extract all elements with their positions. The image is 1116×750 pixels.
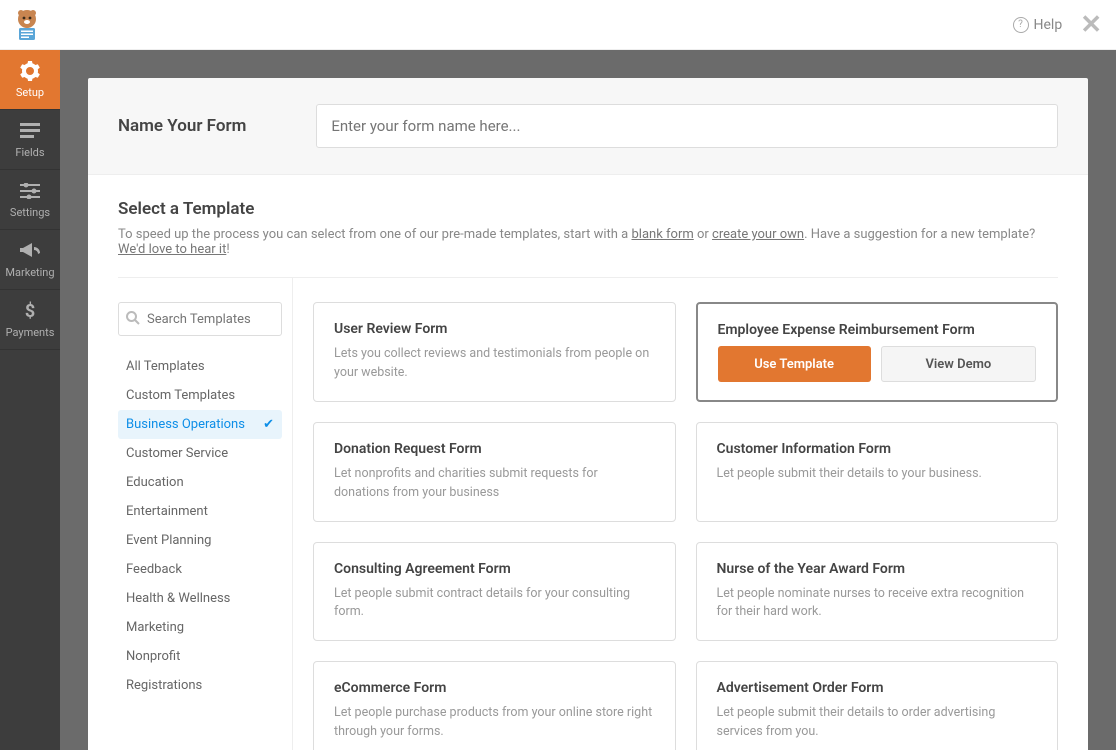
- svg-text:$: $: [25, 301, 35, 321]
- category-item[interactable]: Customer Service: [118, 439, 282, 468]
- sidebar-item-payments[interactable]: $ Payments: [0, 290, 60, 350]
- category-label: Entertainment: [126, 504, 208, 519]
- template-categories: All Templates Custom Templates Business Op…: [118, 278, 293, 750]
- sidebar: Setup Fields Settings Marketing $ Paymen…: [0, 50, 60, 750]
- template-card-desc: Let nonprofits and charities submit requ…: [334, 465, 655, 503]
- template-card-desc: Let people submit their details to order…: [717, 704, 1038, 742]
- sidebar-item-marketing[interactable]: Marketing: [0, 230, 60, 290]
- category-label: Health & Wellness: [126, 591, 230, 606]
- sidebar-label: Payments: [6, 326, 55, 339]
- template-card[interactable]: Employee Expense Reimbursement Form Use T…: [696, 302, 1059, 402]
- template-card[interactable]: User Review Form Lets you collect reviews…: [313, 302, 676, 402]
- template-card-title: User Review Form: [334, 321, 655, 337]
- gear-icon: [19, 60, 41, 82]
- template-card[interactable]: Donation Request Form Let nonprofits and …: [313, 422, 676, 522]
- template-desc: To speed up the process you can select f…: [118, 227, 1058, 257]
- feedback-link[interactable]: We'd love to hear it: [118, 242, 226, 257]
- category-item[interactable]: Nonprofit: [118, 642, 282, 671]
- app-logo: [8, 6, 46, 44]
- category-label: Marketing: [126, 620, 184, 635]
- category-list: All Templates Custom Templates Business Op…: [118, 352, 282, 700]
- category-item[interactable]: Marketing: [118, 613, 282, 642]
- template-section: Select a Template To speed up the proces…: [88, 175, 1088, 750]
- category-label: Feedback: [126, 562, 182, 577]
- panel: Name Your Form Select a Template To spee…: [88, 78, 1088, 750]
- category-item[interactable]: Entertainment: [118, 497, 282, 526]
- search-icon: [126, 311, 140, 329]
- category-label: Custom Templates: [126, 388, 235, 403]
- template-card-title: Consulting Agreement Form: [334, 561, 655, 577]
- sidebar-label: Settings: [10, 206, 50, 219]
- topbar-right: ? Help ✕: [1013, 12, 1102, 38]
- template-card-desc: Let people nominate nurses to receive ex…: [717, 585, 1038, 623]
- sidebar-item-setup[interactable]: Setup: [0, 50, 60, 110]
- category-label: Nonprofit: [126, 649, 180, 664]
- category-item[interactable]: Business Operations ✔: [118, 410, 282, 439]
- category-item[interactable]: All Templates: [118, 352, 282, 381]
- template-body: All Templates Custom Templates Business Op…: [118, 277, 1058, 750]
- name-label: Name Your Form: [118, 116, 246, 136]
- form-name-input[interactable]: [316, 104, 1058, 148]
- category-item[interactable]: Health & Wellness: [118, 584, 282, 613]
- category-item[interactable]: Education: [118, 468, 282, 497]
- sidebar-label: Marketing: [5, 266, 54, 279]
- sidebar-item-fields[interactable]: Fields: [0, 110, 60, 170]
- use-template-button[interactable]: Use Template: [718, 346, 871, 382]
- name-section: Name Your Form: [88, 78, 1088, 175]
- topbar: ? Help ✕: [0, 0, 1116, 50]
- template-card-title: Customer Information Form: [717, 441, 1038, 457]
- dollar-icon: $: [19, 300, 41, 322]
- category-item[interactable]: Event Planning: [118, 526, 282, 555]
- help-label: Help: [1034, 17, 1063, 33]
- help-icon: ?: [1013, 17, 1029, 33]
- template-card-desc: Let people submit contract details for y…: [334, 585, 655, 623]
- content-area: Name Your Form Select a Template To spee…: [60, 50, 1116, 750]
- megaphone-icon: [19, 240, 41, 262]
- category-label: Registrations: [126, 678, 202, 693]
- template-card-title: Employee Expense Reimbursement Form: [718, 322, 1037, 338]
- template-actions: Use Template View Demo: [718, 346, 1037, 382]
- template-card-title: Advertisement Order Form: [717, 680, 1038, 696]
- category-item[interactable]: Custom Templates: [118, 381, 282, 410]
- template-grid: User Review Form Lets you collect reviews…: [313, 302, 1058, 750]
- category-label: Event Planning: [126, 533, 211, 548]
- template-card[interactable]: eCommerce Form Let people purchase produc…: [313, 661, 676, 750]
- sliders-icon: [19, 180, 41, 202]
- template-card-desc: Let people submit their details to your …: [717, 465, 1038, 484]
- category-label: Business Operations: [126, 417, 245, 432]
- category-label: Education: [126, 475, 184, 490]
- sidebar-label: Fields: [15, 146, 44, 159]
- create-own-link[interactable]: create your own: [712, 227, 804, 242]
- template-card-title: Donation Request Form: [334, 441, 655, 457]
- category-label: Customer Service: [126, 446, 228, 461]
- close-button[interactable]: ✕: [1080, 12, 1102, 38]
- sidebar-label: Setup: [16, 86, 44, 99]
- sidebar-item-settings[interactable]: Settings: [0, 170, 60, 230]
- template-card[interactable]: Advertisement Order Form Let people submi…: [696, 661, 1059, 750]
- template-card-desc: Lets you collect reviews and testimonial…: [334, 345, 655, 383]
- view-demo-button[interactable]: View Demo: [881, 346, 1036, 382]
- category-item[interactable]: Feedback: [118, 555, 282, 584]
- fields-icon: [19, 120, 41, 142]
- template-card-title: eCommerce Form: [334, 680, 655, 696]
- template-card[interactable]: Consulting Agreement Form Let people subm…: [313, 542, 676, 642]
- check-icon: ✔: [263, 417, 274, 432]
- template-card-desc: Let people purchase products from your o…: [334, 704, 655, 742]
- template-card-title: Nurse of the Year Award Form: [717, 561, 1038, 577]
- template-title: Select a Template: [118, 199, 1058, 219]
- template-grid-wrap: User Review Form Lets you collect reviews…: [293, 278, 1058, 750]
- template-card[interactable]: Customer Information Form Let people subm…: [696, 422, 1059, 522]
- search-templates-input[interactable]: [118, 302, 282, 336]
- category-item[interactable]: Registrations: [118, 671, 282, 700]
- help-button[interactable]: ? Help: [1013, 17, 1063, 33]
- template-card[interactable]: Nurse of the Year Award Form Let people n…: [696, 542, 1059, 642]
- blank-form-link[interactable]: blank form: [631, 227, 693, 242]
- category-label: All Templates: [126, 359, 205, 374]
- search-wrap: [118, 302, 282, 336]
